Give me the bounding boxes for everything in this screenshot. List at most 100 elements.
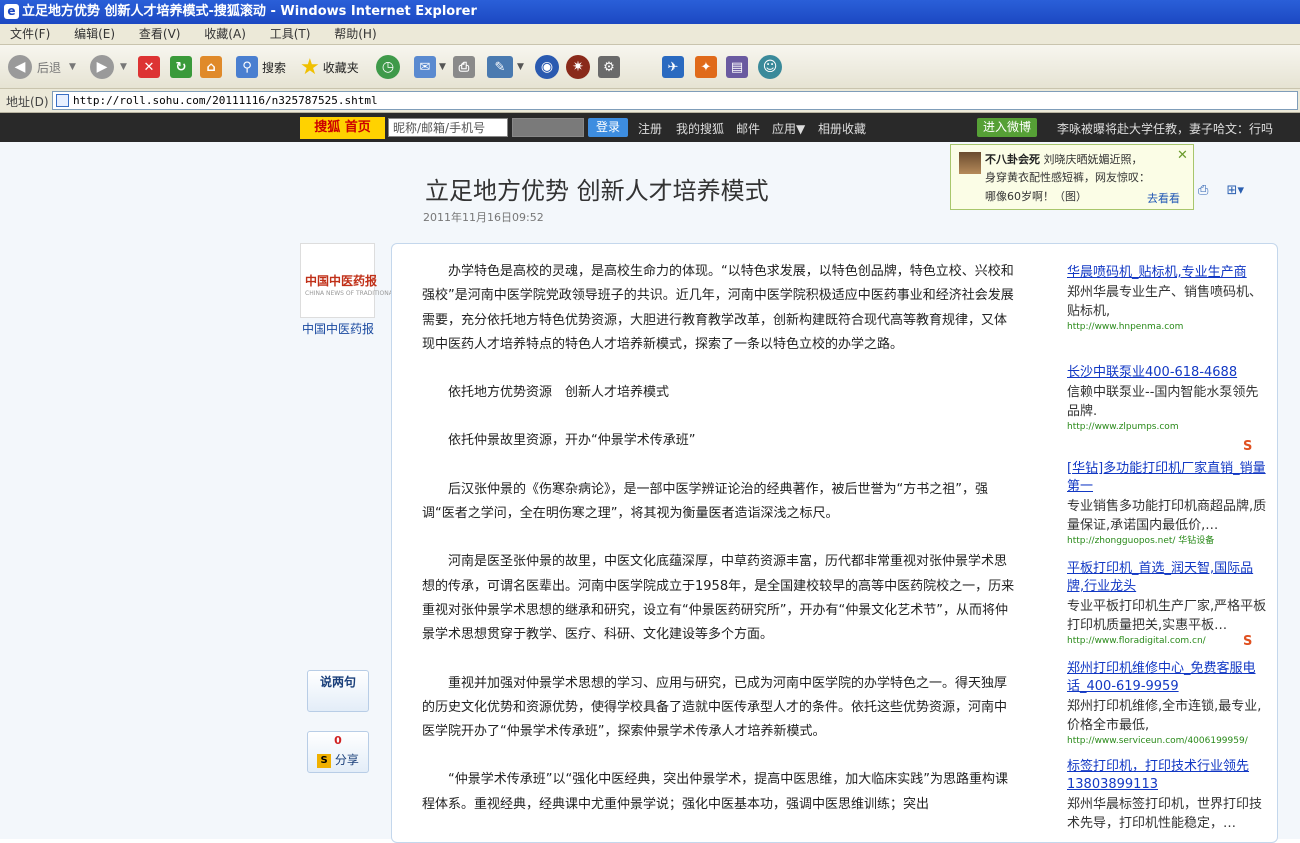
menu-tools[interactable]: 工具(T) bbox=[270, 24, 311, 45]
media-name[interactable]: 中国中医药报 bbox=[302, 320, 374, 337]
refresh-icon: ↻ bbox=[170, 56, 192, 78]
share-label: 分享 bbox=[334, 753, 359, 767]
research-button[interactable]: ✷ bbox=[566, 54, 590, 80]
print-button[interactable]: ⎙ bbox=[453, 54, 475, 80]
apps-link[interactable]: 应用▼ bbox=[772, 120, 805, 137]
forward-arrow-icon: ▶ bbox=[90, 55, 114, 79]
edit-icon: ✎ bbox=[487, 56, 513, 78]
popup-source[interactable]: 不八卦会死 bbox=[985, 153, 1040, 166]
popup-line3: 哪像60岁啊！（图） bbox=[985, 190, 1087, 203]
paragraph: 重视并加强对仲景学术思想的学习、应用与研究，已成为河南中医学院的办学特色之一。得… bbox=[422, 675, 1008, 740]
top-news-link[interactable]: 李咏被曝将赴大学任教，妻子哈文：行吗 bbox=[1057, 120, 1273, 137]
menu-favorites[interactable]: 收藏(A) bbox=[204, 24, 246, 45]
addon-button-2[interactable]: ✦ bbox=[695, 54, 717, 80]
sohu-ad-icon: S bbox=[1243, 439, 1253, 454]
ad-url[interactable]: http://www.floradigital.com.cn/ bbox=[1067, 635, 1267, 648]
edit-button[interactable]: ✎ ▼ bbox=[487, 54, 524, 80]
forward-button[interactable]: ▶ ▼ bbox=[90, 54, 127, 80]
forward-dropdown-icon[interactable]: ▼ bbox=[120, 62, 127, 72]
menu-view[interactable]: 查看(V) bbox=[139, 24, 181, 45]
mail-dropdown-icon[interactable]: ▼ bbox=[439, 62, 446, 72]
album-link[interactable]: 相册收藏 bbox=[818, 120, 866, 137]
refresh-button[interactable]: ↻ bbox=[170, 54, 192, 80]
menu-edit[interactable]: 编辑(E) bbox=[74, 24, 115, 45]
media-logo[interactable]: 中国中医药报 CHINA NEWS OF TRADITIONAL CHINESE… bbox=[300, 243, 456, 318]
messenger-button[interactable]: ◉ bbox=[535, 54, 559, 80]
star-icon: ★ bbox=[300, 54, 320, 80]
favorites-label: 收藏夹 bbox=[322, 60, 359, 75]
edit-dropdown-icon[interactable]: ▼ bbox=[517, 62, 524, 72]
address-label: 地址(D) bbox=[6, 95, 49, 109]
ad-item: [华钻]多功能打印机厂家直销_销量第一 专业销售多功能打印机商超品牌,质量保证,… bbox=[1067, 460, 1267, 548]
history-button[interactable]: ◷ bbox=[376, 54, 400, 80]
ad-title[interactable]: 长沙中联泵业400-618-4688 bbox=[1067, 364, 1267, 382]
addon-button-4[interactable]: ☺ bbox=[758, 54, 782, 80]
window-titlebar: e 立足地方优势 创新人才培养模式-搜狐滚动 - Windows Interne… bbox=[0, 0, 1300, 24]
search-label: 搜索 bbox=[262, 60, 287, 75]
web-page: 搜狐 首页 昵称/邮箱/手机号 登录 注册 我的搜狐 邮件 应用▼ 相册收藏 进… bbox=[0, 113, 1300, 843]
ad-desc: 郑州华晨标签打印机，世界打印技术先导，打印机性能稳定，… bbox=[1067, 797, 1263, 831]
home-button[interactable]: ⌂ bbox=[200, 54, 222, 80]
tool-button[interactable]: ⚙ bbox=[598, 54, 620, 80]
address-input[interactable]: http://roll.sohu.com/20111116/n325787525… bbox=[52, 91, 1298, 110]
ad-title[interactable]: [华钻]多功能打印机厂家直销_销量第一 bbox=[1067, 460, 1267, 496]
menu-file[interactable]: 文件(F) bbox=[10, 24, 50, 45]
addon-button-3[interactable]: ▤ bbox=[726, 54, 748, 80]
ad-url[interactable]: http://www.serviceun.com/4006199959/ bbox=[1067, 735, 1267, 748]
ad-url[interactable]: http://www.hnpenma.com bbox=[1067, 321, 1267, 334]
login-button[interactable]: 登录 bbox=[588, 118, 628, 137]
browser-toolbar: ◀ 后退 ▼ ▶ ▼ ✕ ↻ ⌂ ⚲ 搜索 ★ 收藏夹 ◷ ✉ ▼ ⎙ ✎ ▼ … bbox=[0, 45, 1300, 89]
favorites-button[interactable]: ★ 收藏夹 bbox=[300, 54, 359, 80]
ad-url[interactable]: http://zhongguopos.net/ 华钻设备 bbox=[1067, 535, 1267, 548]
stop-button[interactable]: ✕ bbox=[138, 54, 160, 80]
sohu-home-logo[interactable]: 搜狐 首页 bbox=[300, 117, 385, 139]
ad-title[interactable]: 标签打印机，打印技术行业领先13803899113 bbox=[1067, 758, 1267, 794]
popup-go-link[interactable]: 去看看 bbox=[1147, 190, 1180, 206]
back-button[interactable]: ◀ 后退 ▼ bbox=[8, 54, 76, 80]
ad-title[interactable]: 郑州打印机维修中心_免费客服电话_400-619-9959 bbox=[1067, 660, 1267, 696]
addon-button-1[interactable]: ✈ bbox=[662, 54, 684, 80]
password-input[interactable] bbox=[512, 118, 584, 137]
username-placeholder: 昵称/邮箱/手机号 bbox=[393, 121, 486, 135]
section-heading: 依托地方优势资源 创新人才培养模式 bbox=[448, 385, 670, 401]
page-icon bbox=[56, 94, 69, 107]
share-button[interactable]: 0 S 分享 bbox=[307, 731, 369, 773]
weibo-popup: 不八卦会死 刘晓庆晒妩媚近照， 身穿黄衣配性感短裤，网友惊叹： 哪像60岁啊！（… bbox=[950, 144, 1194, 210]
article-tools: ⎙ ⊞▾ bbox=[1198, 183, 1244, 198]
search-button[interactable]: ⚲ 搜索 bbox=[236, 54, 286, 80]
ad-title[interactable]: 华晨喷码机_贴标机,专业生产商 bbox=[1067, 264, 1267, 282]
ad-item: 平板打印机_首选_润天智,国际品牌,行业龙头 专业平板打印机生产厂家,严格平板打… bbox=[1067, 560, 1267, 648]
mail-button[interactable]: ✉ ▼ bbox=[414, 54, 446, 80]
ie-icon: e bbox=[4, 4, 19, 19]
font-size-icon[interactable]: ⊞▾ bbox=[1227, 183, 1244, 198]
comment-button[interactable]: 说两句 bbox=[307, 670, 369, 712]
sohu-ad-icon: S bbox=[1243, 634, 1253, 649]
back-label: 后退 bbox=[37, 60, 62, 75]
share-count: 0 bbox=[334, 734, 342, 747]
menu-help[interactable]: 帮助(H) bbox=[334, 24, 376, 45]
ad-url[interactable]: http://www.zlpumps.com bbox=[1067, 421, 1267, 434]
paragraph: 河南是医圣张仲景的故里，中医文化底蕴深厚，中草药资源丰富，历代都非常重视对张仲景… bbox=[422, 554, 1015, 643]
stop-icon: ✕ bbox=[138, 56, 160, 78]
my-sohu-link[interactable]: 我的搜狐 bbox=[676, 120, 724, 137]
home-icon: ⌂ bbox=[200, 56, 222, 78]
back-dropdown-icon[interactable]: ▼ bbox=[69, 62, 76, 72]
book-icon: ▤ bbox=[726, 56, 748, 78]
ad-desc: 郑州打印机维修,全市连锁,最专业,价格全市最低, bbox=[1067, 699, 1262, 733]
ad-title[interactable]: 平板打印机_首选_润天智,国际品牌,行业龙头 bbox=[1067, 560, 1267, 596]
username-input[interactable]: 昵称/邮箱/手机号 bbox=[388, 118, 508, 137]
register-link[interactable]: 注册 bbox=[638, 120, 662, 137]
paragraph: “仲景学术传承班”以“强化中医经典，突出仲景学术，提高中医思维，加大临床实践”为… bbox=[422, 772, 1008, 812]
ad-item: 标签打印机，打印技术行业领先13803899113 郑州华晨标签打印机，世界打印… bbox=[1067, 758, 1267, 833]
print-icon: ⎙ bbox=[453, 56, 475, 78]
mail-link[interactable]: 邮件 bbox=[736, 120, 760, 137]
ad-desc: 信赖中联泵业--国内智能水泵领先品牌. bbox=[1067, 385, 1259, 419]
ad-desc: 郑州华晨专业生产、销售喷码机、贴标机, bbox=[1067, 285, 1263, 319]
print-icon[interactable]: ⎙ bbox=[1198, 183, 1208, 198]
weibo-button[interactable]: 进入微博 bbox=[977, 118, 1037, 137]
research-icon: ✷ bbox=[566, 55, 590, 79]
close-icon[interactable]: ✕ bbox=[1177, 148, 1188, 163]
globe-icon: ◉ bbox=[535, 55, 559, 79]
address-url: http://roll.sohu.com/20111116/n325787525… bbox=[73, 94, 378, 107]
article-body: 办学特色是高校的灵魂，是高校生命力的体现。“以特色求发展，以特色创品牌，特色立校… bbox=[422, 260, 1017, 817]
